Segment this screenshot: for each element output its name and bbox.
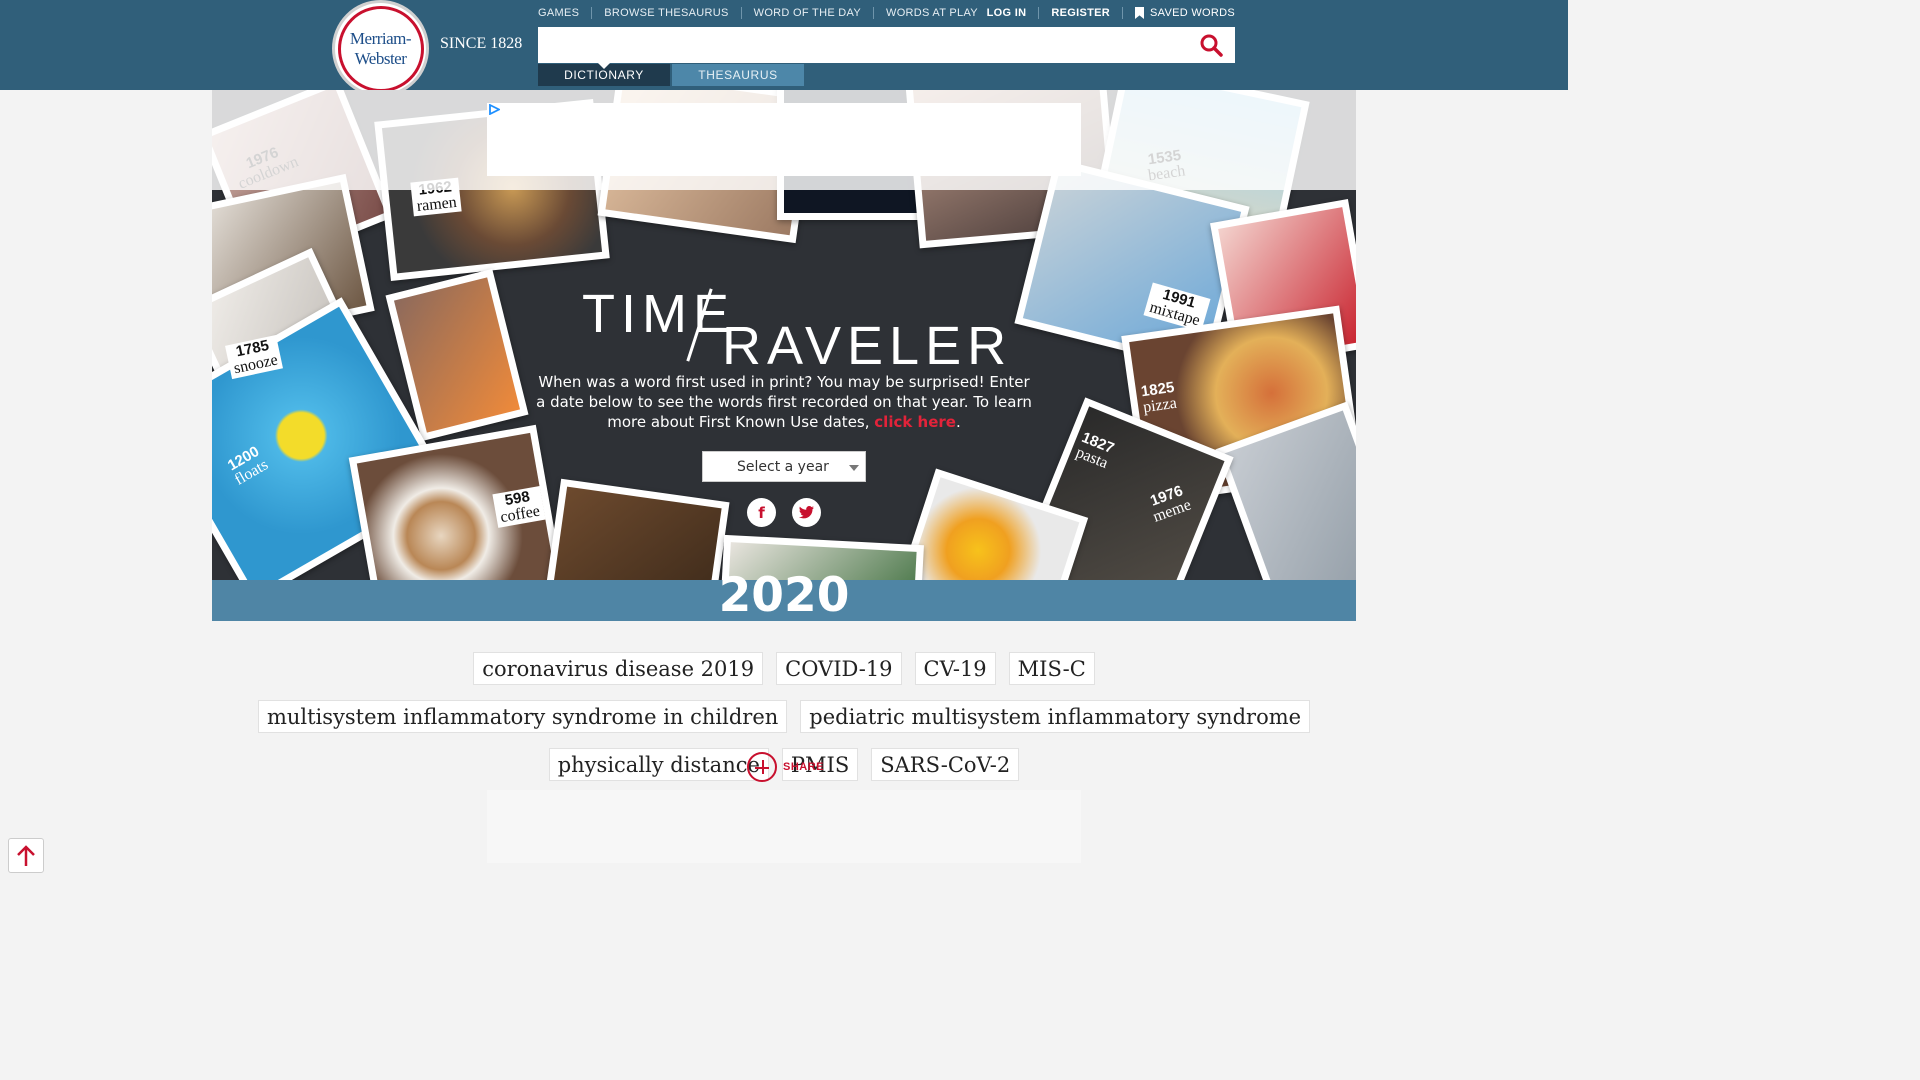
twitter-share-button[interactable]: t	[792, 498, 821, 527]
title-time: TIME	[582, 284, 735, 344]
advertisement-top[interactable]	[487, 103, 1081, 176]
saved-words-label: SAVED WORDS	[1150, 7, 1235, 19]
word-link[interactable]: MIS-C	[1008, 652, 1095, 685]
register-link[interactable]: REGISTER	[1038, 7, 1122, 19]
facebook-share-button[interactable]: f	[747, 498, 776, 527]
selected-year: 2020	[718, 568, 850, 623]
time-traveler-title: TIME RAVELER	[582, 283, 1006, 376]
word-link[interactable]: multisystem inflammatory syndrome in chi…	[257, 700, 788, 733]
word-link[interactable]: SARS-CoV-2	[871, 748, 1020, 781]
twitter-icon	[799, 506, 814, 519]
word-link[interactable]: CV-19	[914, 652, 996, 685]
tab-dictionary[interactable]: DICTIONARY	[538, 63, 670, 86]
search-tabs: DICTIONARY THESAURUS	[538, 63, 804, 86]
word-link[interactable]: pediatric multisystem inflammatory syndr…	[800, 700, 1311, 733]
login-link[interactable]: LOG IN	[975, 7, 1039, 19]
share-label: SHARE	[783, 761, 825, 773]
nav-games[interactable]: GAMES	[538, 7, 591, 19]
search-icon[interactable]	[1199, 33, 1223, 57]
caption-cooldown: 1976 cooldown	[235, 143, 301, 193]
plus-icon	[747, 752, 777, 782]
word-link[interactable]: physically distance	[548, 748, 769, 781]
back-to-top-button[interactable]	[8, 838, 44, 873]
nav-words-at-play[interactable]: WORDS AT PLAY	[873, 7, 990, 19]
search-bar	[538, 27, 1235, 63]
caption-ramen: 1962 ramen	[410, 177, 462, 217]
nav-browse-thesaurus[interactable]: BROWSE THESAURUS	[591, 7, 740, 19]
selected-year-bar: 2020	[212, 568, 1356, 623]
logo-text-line2: Webster	[354, 48, 407, 68]
account-nav: LOG IN REGISTER SAVED WORDS	[975, 7, 1235, 19]
time-traveler-description: When was a word first used in print? You…	[536, 373, 1032, 431]
bookmark-icon	[1135, 7, 1144, 19]
search-input[interactable]	[538, 27, 1178, 63]
since-label: SINCE 1828	[440, 35, 523, 52]
share-button[interactable]: SHARE	[747, 752, 824, 782]
merriam-webster-logo[interactable]: Merriam- Webster	[332, 0, 429, 97]
year-select[interactable]: Select a year	[702, 451, 866, 482]
caption-beach: 1535 beach	[1146, 146, 1187, 185]
advertisement-bottom[interactable]	[487, 790, 1081, 863]
title-traveler: RAVELER	[722, 316, 1013, 376]
site-header: Merriam- Webster SINCE 1828 GAMES BROWSE…	[0, 0, 1568, 97]
adchoices-icon[interactable]	[489, 104, 500, 115]
photo-table	[544, 478, 730, 580]
first-known-use-link[interactable]: click here	[874, 413, 956, 431]
tab-thesaurus[interactable]: THESAURUS	[672, 64, 804, 86]
chevron-down-icon	[849, 465, 859, 471]
word-link[interactable]: COVID-19	[776, 652, 902, 685]
logo-text-line1: Merriam-	[349, 28, 412, 48]
arrow-up-icon	[17, 844, 35, 866]
caption-pizza: 1825 pizza	[1139, 378, 1178, 417]
word-link[interactable]: coronavirus disease 2019	[473, 652, 764, 685]
year-select-label: Select a year	[737, 458, 829, 475]
saved-words-link[interactable]: SAVED WORDS	[1122, 7, 1235, 19]
main-nav: GAMES BROWSE THESAURUS WORD OF THE DAY W…	[538, 7, 990, 19]
facebook-icon: f	[758, 503, 765, 522]
nav-word-of-the-day[interactable]: WORD OF THE DAY	[740, 7, 873, 19]
